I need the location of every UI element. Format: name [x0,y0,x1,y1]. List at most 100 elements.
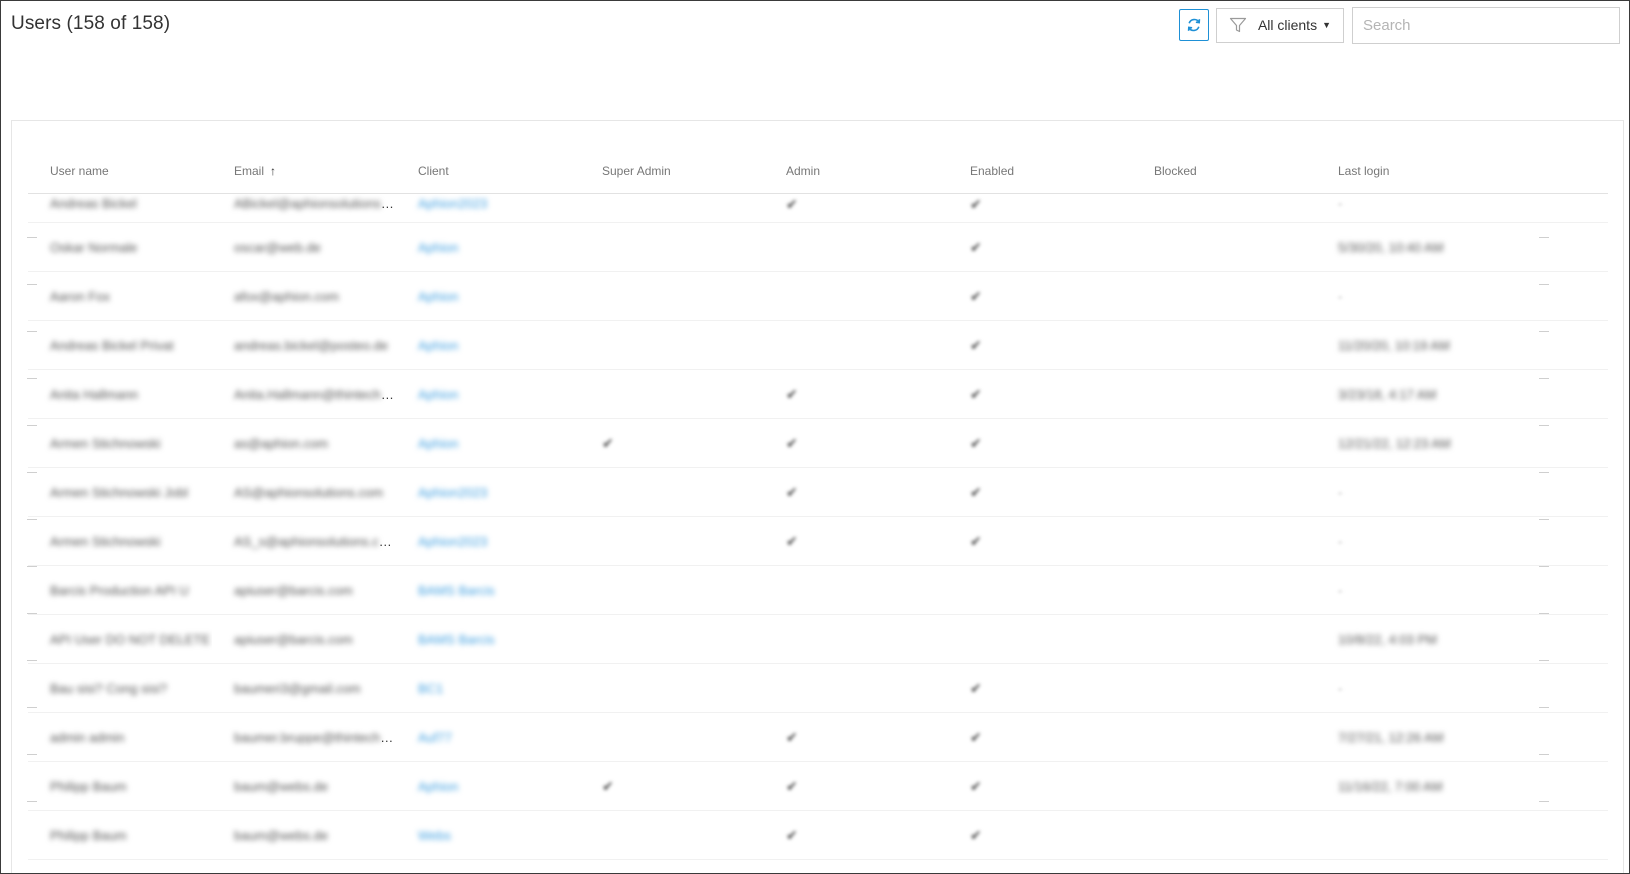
row-divider-tick [1539,754,1549,755]
client-link[interactable]: Aphion [418,240,458,255]
last-login-cell: - [1316,663,1608,713]
row-divider-tick [27,472,37,473]
client-link[interactable]: BAMS Barcis [418,632,495,647]
check-icon: ✔ [970,196,982,212]
last-login: - [1338,582,1343,598]
last-login-cell: 11/16/22, 7:00 AM [1316,761,1608,811]
admin-cell [764,271,948,321]
client-link[interactable]: Webs [418,828,451,843]
table-row[interactable]: Bau sisi? Cong sisi? baumeri3@gmail.com BC… [28,663,1608,713]
super-admin-cell [580,271,764,321]
table-row[interactable]: Armen Stichnowski Jobl AS@aphionsolutions… [28,467,1608,517]
user-name-cell: Armen Stichnowski Jobl [28,467,212,517]
search-input[interactable] [1352,6,1620,44]
row-divider-tick [1539,566,1549,567]
client-link[interactable]: Aphion [418,436,458,451]
client-link[interactable]: BAMS Barcis [418,583,495,598]
row-divider-tick [1539,472,1549,473]
last-login: - [1338,288,1343,304]
table-row[interactable]: admin admin baumer.bruppe@thintech.com Auf… [28,712,1608,762]
column-header-label: Super Admin [602,164,671,178]
row-divider-tick [1539,519,1549,520]
check-icon: ✔ [970,287,982,304]
column-header-client[interactable]: Client [396,149,580,194]
column-header-super-admin[interactable]: Super Admin [580,149,764,194]
table-row[interactable]: Andreas Bickel Privat andreas.bickel@post… [28,320,1608,370]
user-name: Philipp Baum [50,827,127,843]
blocked-cell [1132,810,1316,860]
column-header-blocked[interactable]: Blocked [1132,149,1316,194]
client-link[interactable]: Aphion2023 [418,485,487,500]
row-divider-tick [1539,331,1549,332]
table-row[interactable]: Barcis Production API U apiuser@barcis.co… [28,565,1608,615]
super-admin-cell [580,614,764,664]
user-name: Oskar Normale [50,239,138,255]
column-header-label: Admin [786,164,821,178]
user-name: Aaron Fox [50,288,110,304]
column-header-enabled[interactable]: Enabled [948,149,1132,194]
users-table: User name Email ↑ Client Super Admin Admin Ena… [28,149,1608,860]
table-row[interactable]: Andreas Bickel ABickel@aphionsolutions.co… [28,193,1608,223]
enabled-cell: ✔ [948,369,1132,419]
admin-cell [764,565,948,615]
table-row[interactable]: Philipp Baum baum@webs.de Webs ✔ ✔ [28,810,1608,860]
blocked-cell [1132,467,1316,517]
client-link[interactable]: Aphion2023 [418,534,487,549]
email: baum@webs.de [234,778,329,794]
table-row[interactable]: API User DO NOT DELETE apiuser@barcis.com… [28,614,1608,664]
last-login-cell: 12/21/22, 12:23 AM [1316,418,1608,468]
table-row[interactable]: Anita Hallmann Anita.Hallmann@thintech.co… [28,369,1608,419]
client-link-cell: Auf77 [396,712,580,762]
enabled-cell [948,565,1132,615]
enabled-cell: ✔ [948,467,1132,517]
user-name: API User DO NOT DELETE [50,631,211,647]
column-header-email[interactable]: Email ↑ [212,149,396,194]
client-filter-dropdown[interactable]: All clients ▼ [1215,7,1344,43]
client-link[interactable]: Aphion [418,387,458,402]
email-cell: afox@aphion.com [212,271,396,321]
table-row[interactable]: Aaron Fox afox@aphion.com Aphion ✔ - [28,271,1608,321]
table-row[interactable]: Philipp Baum baum@webs.de Aphion ✔ ✔ ✔ 11/16/2… [28,761,1608,811]
column-header-last-login[interactable]: Last login [1316,149,1608,194]
blocked-cell [1132,418,1316,468]
client-link-cell: BAMS Barcis [396,565,580,615]
admin-cell: ✔ [764,761,948,811]
column-header-label: Email [234,164,265,178]
super-admin-cell [580,222,764,272]
row-divider-tick [1539,660,1549,661]
client-link[interactable]: Aphion [418,289,458,304]
table-row[interactable]: Armen Stichnowski AS_s@aphionsolutions.co… [28,516,1608,566]
client-link[interactable]: Aphion2023 [418,196,487,211]
user-name-cell: Barcis Production API U [28,565,212,615]
client-link[interactable]: BC1 [418,681,443,696]
refresh-button[interactable] [1178,9,1209,41]
client-link[interactable]: Aphion [418,779,458,794]
check-icon: ✔ [970,336,982,353]
row-divider-tick [1539,707,1549,708]
email: apiuser@barcis.com [234,582,353,598]
filter-icon [1229,17,1247,33]
admin-cell: ✔ [764,467,948,517]
column-header-user-name[interactable]: User name [28,149,212,194]
row-divider-tick [27,754,37,755]
blocked-cell [1132,193,1316,223]
table-row[interactable]: Armen Stichnowski as@aphion.com Aphion ✔ ✔ ✔ 1… [28,418,1608,468]
user-name: Andreas Bickel [50,196,137,211]
super-admin-cell [580,467,764,517]
user-name-cell: API User DO NOT DELETE [28,614,212,664]
email-cell: as@aphion.com [212,418,396,468]
email-cell: AS@aphionsolutions.com [212,467,396,517]
admin-cell: ✔ [764,193,948,223]
user-name-cell: Oskar Normale [28,222,212,272]
last-login: - [1338,484,1343,500]
super-admin-cell [580,320,764,370]
client-link[interactable]: Aphion [418,338,458,353]
user-name: Armen Stichnowski [50,435,161,451]
column-header-admin[interactable]: Admin [764,149,948,194]
check-icon: ✔ [970,238,982,255]
table-row[interactable]: Oskar Normale oscar@web.de Aphion ✔ 5/30/20,… [28,222,1608,272]
column-header-label: Enabled [970,164,1015,178]
last-login: 3/23/18, 4:17 AM [1338,386,1437,402]
blocked-cell [1132,271,1316,321]
client-link[interactable]: Auf77 [418,730,452,745]
